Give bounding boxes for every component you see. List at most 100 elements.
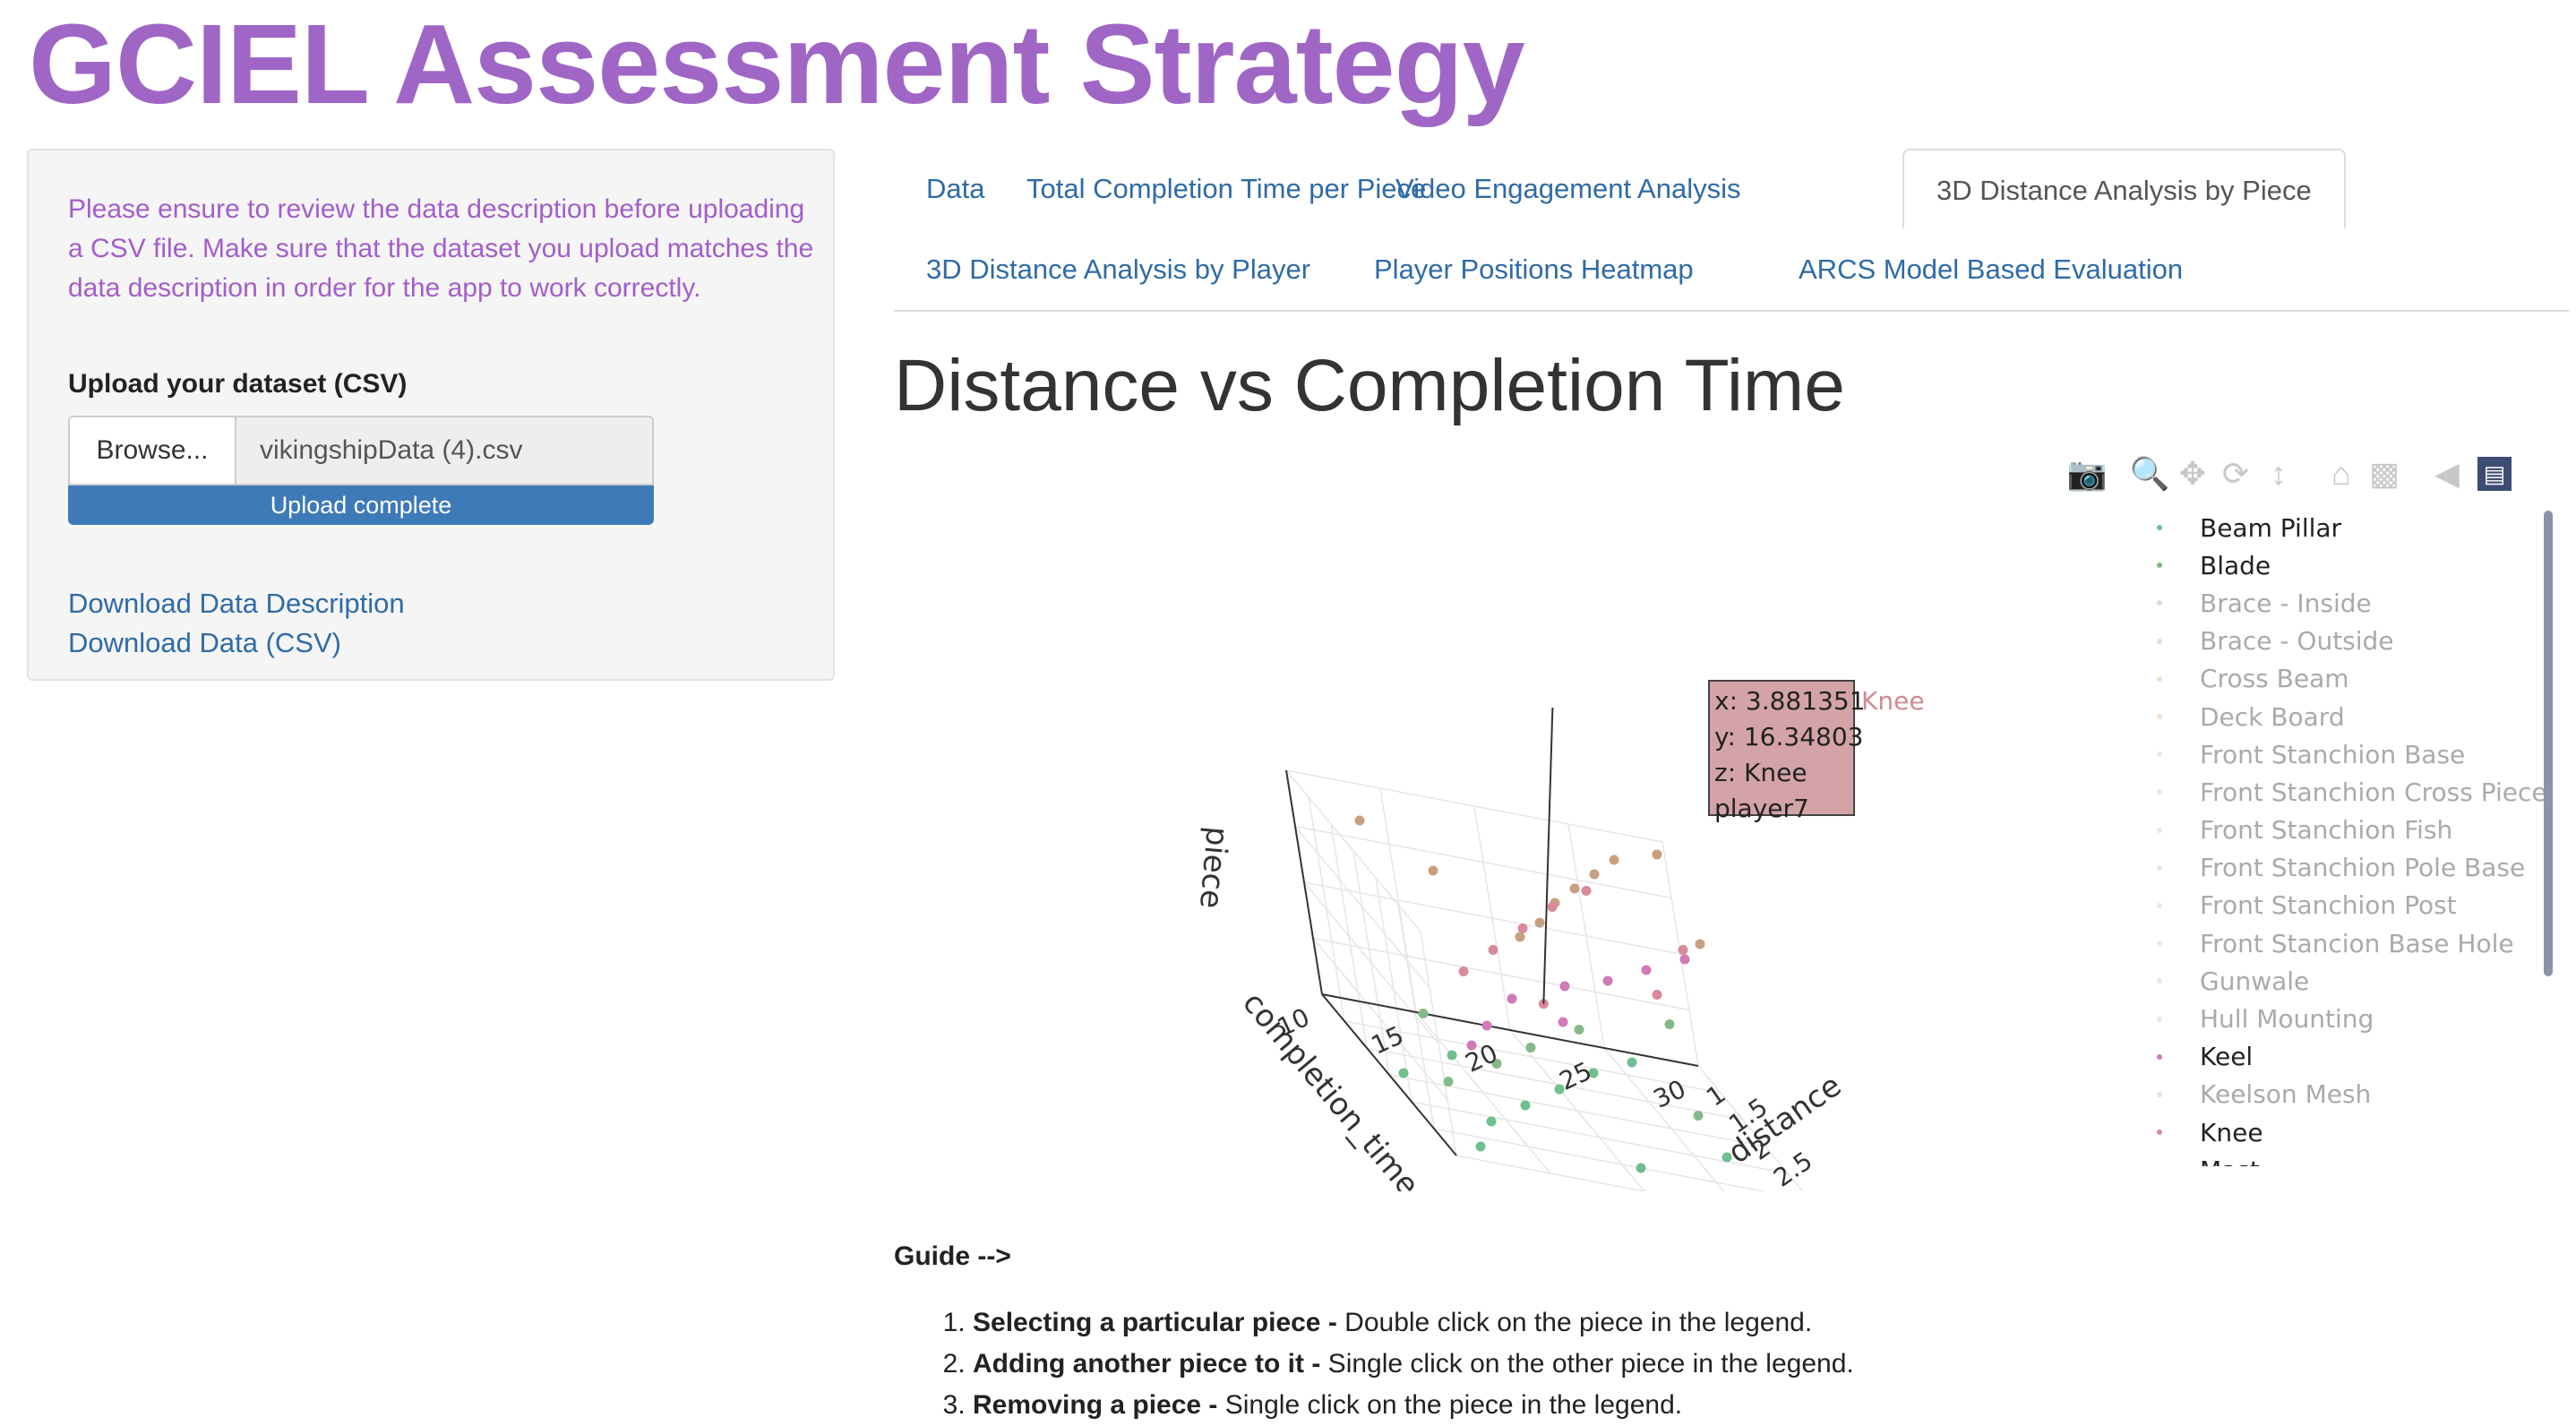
data-point: [1525, 1043, 1536, 1052]
legend-item[interactable]: Keel: [2146, 1038, 2555, 1076]
legend-item[interactable]: Front Stanchion Base: [2146, 735, 2555, 773]
legend-item[interactable]: Knee: [2146, 1113, 2555, 1151]
data-point: [1488, 945, 1498, 955]
hover-line: player7: [1714, 794, 1809, 823]
legend-label: Mast: [2200, 1155, 2260, 1166]
tab-video-engagement[interactable]: Video Engagement Analysis: [1363, 149, 1773, 229]
tab-3d-distance-piece[interactable]: 3D Distance Analysis by Piece: [1902, 149, 2346, 229]
browse-button[interactable]: Browse...: [70, 417, 236, 484]
legend-marker: [2157, 902, 2162, 908]
legend-marker: [2157, 1130, 2162, 1136]
legend-item[interactable]: Front Stanchion Cross Piece: [2146, 773, 2555, 811]
download-description-link[interactable]: Download Data Description: [68, 588, 405, 620]
tab-arcs-evaluation[interactable]: ARCS Model Based Evaluation: [1766, 229, 2215, 310]
legend-marker: [2157, 827, 2162, 833]
legend-marker: [2157, 714, 2162, 720]
legend-item[interactable]: Brace - Outside: [2146, 623, 2555, 660]
data-point: [1443, 1077, 1454, 1087]
x-tick-label: 3: [1790, 1186, 1821, 1191]
legend-item[interactable]: Keelson Mesh: [2146, 1076, 2555, 1113]
upload-notice: Please ensure to review the data descrip…: [68, 194, 814, 303]
data-point: [1569, 883, 1580, 894]
data-point: [1589, 869, 1600, 880]
data-point: [1609, 855, 1619, 865]
camera-view-icon[interactable]: ▩: [2363, 451, 2406, 496]
scatter3d-plot[interactable]: 11.522.533.541015202530Beam PillarBladeK…: [1164, 618, 2006, 1191]
legend-marker: [2157, 1091, 2162, 1097]
grid-line: [1473, 805, 1645, 1191]
legend-label: Cross Beam: [2200, 664, 2349, 694]
data-point: [1652, 990, 1662, 1000]
legend-label: Front Stancion Base Hole: [2200, 928, 2514, 958]
data-point: [1486, 1116, 1497, 1127]
data-point: [1581, 886, 1592, 896]
data-point: [1458, 966, 1469, 976]
guide-step: Adding another piece to it - Single clic…: [973, 1344, 1854, 1385]
legend-marker: [2157, 638, 2162, 644]
data-point: [1507, 993, 1517, 1004]
legend-item[interactable]: Cross Beam: [2146, 660, 2555, 698]
home-icon[interactable]: ⌂: [2320, 451, 2363, 496]
tab-3d-distance-player[interactable]: 3D Distance Analysis by Player: [894, 229, 1343, 310]
legend-item[interactable]: Mast: [2146, 1151, 2555, 1166]
grid-line: [1379, 787, 1551, 1174]
legend-label: Knee: [2200, 1117, 2263, 1147]
file-input-group: Browse... vikingshipData (4).csv: [68, 416, 654, 485]
data-point: [1641, 965, 1652, 975]
legend-item[interactable]: Gunwale: [2146, 962, 2555, 1000]
data-point: [1679, 954, 1690, 965]
legend-item[interactable]: Front Stancion Base Hole: [2146, 924, 2555, 962]
legend-label: Front Stanchion Post: [2200, 890, 2457, 921]
legend-item[interactable]: Hull Mounting: [2146, 1000, 2555, 1037]
download-csv-link[interactable]: Download Data (CSV): [68, 627, 341, 659]
legend-scrollbar[interactable]: [2544, 511, 2553, 976]
upload-progress-text: Upload complete: [270, 491, 452, 519]
legend-item[interactable]: Blade: [2146, 546, 2555, 584]
plot-toolbar: 📷 🔍 ✥ ⟳ ↕ ⌂ ▩ ◀ ▤: [2065, 451, 2512, 496]
grid-line: [1311, 937, 1690, 1100]
guide-step: Selecting a particular piece - Double cl…: [973, 1302, 1854, 1344]
legend-item[interactable]: Front Stanchion Fish: [2146, 812, 2555, 849]
data-point: [1515, 932, 1525, 942]
z-axis-title: piece: [1192, 825, 1235, 910]
data-point: [1559, 981, 1570, 992]
legend-item[interactable]: Brace - Inside: [2146, 584, 2555, 622]
hover-toggle-icon[interactable]: ◀: [2426, 451, 2469, 496]
hover-line: x: 3.881351: [1714, 686, 1866, 716]
grid-line: [1284, 769, 1663, 932]
data-point: [1664, 1019, 1675, 1029]
plotly-logo-icon[interactable]: ▤: [2477, 457, 2512, 491]
legend-marker: [2157, 600, 2162, 606]
data-point: [1418, 1009, 1429, 1018]
legend-label: Front Stanchion Fish: [2200, 815, 2453, 846]
legend-item[interactable]: Beam Pillar: [2146, 509, 2555, 546]
zoom-icon[interactable]: 🔍: [2128, 451, 2171, 496]
legend-label: Front Stanchion Cross Piece: [2200, 777, 2547, 807]
file-name-field[interactable]: vikingshipData (4).csv: [236, 417, 652, 484]
data-point: [1520, 1100, 1531, 1111]
legend-label: Keelson Mesh: [2200, 1079, 2372, 1110]
legend-marker: [2157, 941, 2162, 947]
orbit-icon[interactable]: ⟳: [2214, 451, 2257, 496]
legend-marker: [2157, 752, 2162, 758]
hover-spike: [1542, 707, 1554, 1004]
legend-item[interactable]: Front Stanchion Post: [2146, 887, 2555, 924]
legend-item[interactable]: Front Stanchion Pole Base: [2146, 849, 2555, 887]
pan-icon[interactable]: ✥: [2171, 451, 2214, 496]
legend-marker: [2157, 525, 2162, 531]
hover-line: y: 16.34803: [1714, 722, 1863, 752]
legend-marker: [2157, 1053, 2162, 1060]
upload-progress-bar: Upload complete: [68, 485, 654, 525]
tab-player-positions-heatmap[interactable]: Player Positions Heatmap: [1342, 229, 1726, 310]
legend-marker: [2157, 563, 2162, 569]
data-point: [1602, 975, 1613, 986]
legend-item[interactable]: Deck Board: [2146, 698, 2555, 735]
camera-icon[interactable]: 📷: [2065, 451, 2108, 496]
turntable-icon[interactable]: ↕: [2257, 451, 2300, 496]
grid-line: [1302, 881, 1681, 1044]
data-point: [1354, 815, 1365, 826]
data-point: [1574, 1025, 1584, 1035]
data-point: [1447, 1050, 1457, 1061]
data-point: [1627, 1057, 1637, 1068]
data-point: [1534, 917, 1545, 928]
